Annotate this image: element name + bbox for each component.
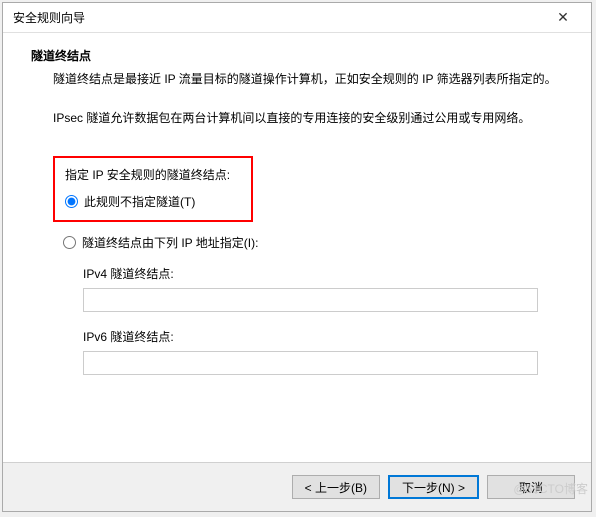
ipv6-group: IPv6 隧道终结点: <box>83 328 563 375</box>
ipv6-input[interactable] <box>83 351 538 375</box>
highlighted-option: 指定 IP 安全规则的隧道终结点: 此规则不指定隧道(T) <box>53 156 253 222</box>
close-icon: ✕ <box>557 9 569 26</box>
section-description: 隧道终结点是最接近 IP 流量目标的隧道操作计算机，正如安全规则的 IP 筛选器… <box>53 70 563 89</box>
back-button[interactable]: < 上一步(B) <box>292 475 380 499</box>
ipv4-input[interactable] <box>83 288 538 312</box>
dialog-content: 隧道终结点 隧道终结点是最接近 IP 流量目标的隧道操作计算机，正如安全规则的 … <box>3 33 591 462</box>
cancel-button[interactable]: 取消 <box>487 475 575 499</box>
radio-no-tunnel-label: 此规则不指定隧道(T) <box>84 193 195 210</box>
ipv4-label: IPv4 隧道终结点: <box>83 265 563 282</box>
wizard-dialog: 安全规则向导 ✕ 隧道终结点 隧道终结点是最接近 IP 流量目标的隧道操作计算机… <box>2 2 592 512</box>
close-button[interactable]: ✕ <box>543 5 583 31</box>
titlebar: 安全规则向导 ✕ <box>3 3 591 33</box>
radio-by-ip-label: 隧道终结点由下列 IP 地址指定(I): <box>82 234 258 251</box>
specify-label: 指定 IP 安全规则的隧道终结点: <box>65 166 241 183</box>
radio-no-tunnel[interactable]: 此规则不指定隧道(T) <box>65 193 241 210</box>
ipv6-label: IPv6 隧道终结点: <box>83 328 563 345</box>
next-button[interactable]: 下一步(N) > <box>388 475 479 499</box>
radio-no-tunnel-input[interactable] <box>65 195 78 208</box>
button-bar: < 上一步(B) 下一步(N) > 取消 <box>3 462 591 511</box>
radio-by-ip[interactable]: 隧道终结点由下列 IP 地址指定(I): <box>63 234 563 251</box>
ipsec-note: IPsec 隧道允许数据包在两台计算机间以直接的专用连接的安全级别通过公用或专用… <box>53 109 563 128</box>
ipv4-group: IPv4 隧道终结点: <box>83 265 563 312</box>
radio-by-ip-input[interactable] <box>63 236 76 249</box>
section-heading: 隧道终结点 <box>31 47 563 64</box>
dialog-title: 安全规则向导 <box>13 9 85 26</box>
